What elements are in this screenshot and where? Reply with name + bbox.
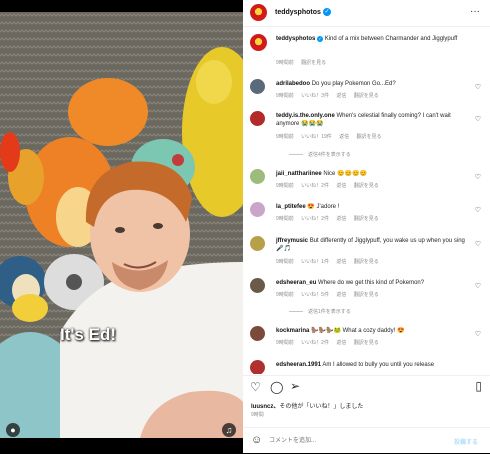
comment-username[interactable]: edsheeran.1991 — [276, 362, 321, 368]
comment-time[interactable]: 9時間前 — [276, 134, 294, 140]
header-username[interactable]: teddysphotos — [275, 9, 321, 16]
comment-translate[interactable]: 翻訳を見る — [354, 292, 379, 298]
caption-time[interactable]: 9時間前 — [276, 60, 294, 66]
comment-time[interactable]: 9時間前 — [276, 93, 294, 99]
comment-like-icon[interactable]: ♡ — [475, 282, 481, 290]
post-media[interactable]: It's Ed! ● ♫ — [0, 0, 243, 453]
likes-summary-text[interactable]: その他が「いいね！」しました — [279, 404, 363, 410]
comment-avatar[interactable] — [250, 326, 265, 341]
comment-reply-button[interactable]: 返信 — [336, 340, 346, 346]
heart-icon[interactable]: ♡ — [250, 380, 261, 394]
instagram-post-view: It's Ed! ● ♫ teddysphotos ✓ ··· teddysph… — [0, 0, 490, 453]
comment-text: 🦫🦫🦫🐸 What a cozy daddy! 😍 — [311, 328, 405, 334]
comment-time[interactable]: 9時間前 — [276, 259, 294, 265]
caption-avatar[interactable] — [250, 34, 267, 51]
view-replies-link[interactable]: 返信1件を表示する — [289, 308, 351, 315]
comment-like-icon[interactable]: ♡ — [475, 240, 481, 248]
bookmark-icon[interactable]: ▯ — [475, 379, 482, 393]
comment-avatar[interactable] — [250, 360, 265, 374]
comment-time[interactable]: 9時間前 — [276, 183, 294, 189]
comment-likes[interactable]: いいね！5件 — [301, 292, 329, 298]
comment-likes[interactable]: いいね！1件 — [301, 259, 329, 265]
comment-reply-button[interactable]: 返信 — [336, 259, 346, 265]
comment-like-icon[interactable]: ♡ — [475, 330, 481, 338]
comment-text: Nice 😊😊😊😊 — [323, 171, 367, 177]
more-options-icon[interactable]: ··· — [470, 6, 480, 17]
comment-text: 😍 J'adore ! — [307, 204, 340, 210]
comment-username[interactable]: adrilabedoo — [276, 81, 310, 87]
comment-text: Do you play Pokemon Go...Ed? — [311, 81, 396, 87]
comment-username[interactable]: la_ptitefee — [276, 204, 306, 210]
post-photo[interactable]: It's Ed! — [0, 12, 243, 438]
comment-reply-button[interactable]: 返信 — [336, 216, 346, 222]
comment-time[interactable]: 9時間前 — [276, 292, 294, 298]
comment-translate[interactable]: 翻訳を見る — [354, 340, 379, 346]
comment-like-icon[interactable]: ♡ — [475, 83, 481, 91]
post-header: teddysphotos ✓ ··· — [243, 0, 490, 27]
comment-item: edsheeran.1991 Am I allowed to bully you… — [243, 360, 490, 374]
caption-username[interactable]: teddysphotos — [276, 36, 315, 42]
sound-icon[interactable]: ♫ — [222, 423, 236, 437]
comment-composer: ☺ 投稿する — [243, 427, 490, 454]
likes-summary: luusncz、その他が「いいね！」しました — [251, 401, 363, 410]
comment-reply-button[interactable]: 返信 — [336, 292, 346, 298]
comment-icon[interactable]: ◯ — [270, 380, 283, 394]
comment-likes[interactable]: いいね！19件 — [301, 134, 332, 140]
caption-translate[interactable]: 翻訳を見る — [301, 60, 326, 66]
comment-likes[interactable]: いいね！2件 — [301, 183, 329, 189]
view-replies-link[interactable]: 返信4件を表示する — [289, 151, 351, 158]
comment-likes[interactable]: いいね！3件 — [301, 93, 329, 99]
comment-username[interactable]: jffreymusic — [276, 238, 308, 244]
header-avatar[interactable] — [250, 4, 267, 21]
comment-translate[interactable]: 翻訳を見る — [354, 93, 379, 99]
post-actions-bar: ♡ ◯ ➢ ▯ — [243, 375, 490, 396]
comment-translate[interactable]: 翻訳を見る — [357, 134, 382, 140]
comment-username[interactable]: kockmarina — [276, 328, 309, 334]
comment-time[interactable]: 9時間前 — [276, 340, 294, 346]
comment-username[interactable]: edsheeran_eu — [276, 280, 316, 286]
comment-avatar[interactable] — [250, 79, 265, 94]
comment-likes[interactable]: いいね！2件 — [301, 340, 329, 346]
comment-text: Where do we get this kind of Pokemon? — [318, 280, 425, 286]
user-icon[interactable]: ● — [6, 423, 20, 437]
post-time[interactable]: 9時間 — [251, 411, 264, 418]
comment-avatar[interactable] — [250, 236, 265, 251]
comment-input[interactable] — [267, 434, 441, 448]
comment-username[interactable]: jaii_natthariinee — [276, 171, 322, 177]
comment-reply-button[interactable]: 返信 — [336, 93, 346, 99]
comment-avatar[interactable] — [250, 169, 265, 184]
comment-translate[interactable]: 翻訳を見る — [354, 259, 379, 265]
comment-translate[interactable]: 翻訳を見る — [354, 183, 379, 189]
caption-verified-icon: ✓ — [317, 36, 324, 42]
comment-avatar[interactable] — [250, 202, 265, 217]
comment-avatar[interactable] — [250, 278, 265, 293]
comment-avatar[interactable] — [250, 111, 265, 126]
comment-like-icon[interactable]: ♡ — [475, 206, 481, 214]
comment-translate[interactable]: 翻訳を見る — [354, 216, 379, 222]
caption-text: Kind of a mix between Charmander and Jig… — [324, 36, 458, 42]
liker-username[interactable]: luusncz、 — [251, 404, 279, 410]
media-overlay-caption: It's Ed! — [60, 325, 116, 344]
comment-reply-button[interactable]: 返信 — [339, 134, 349, 140]
comment-time[interactable]: 9時間前 — [276, 216, 294, 222]
comment-like-icon[interactable]: ♡ — [475, 173, 481, 181]
comment-like-icon[interactable]: ♡ — [475, 115, 481, 123]
send-icon[interactable]: ➢ — [290, 379, 300, 393]
comment-text: Am I allowed to bully you until you rele… — [322, 362, 435, 368]
post-comment-button[interactable]: 投稿する — [454, 437, 478, 446]
photo-illustration — [0, 12, 243, 438]
comment-username[interactable]: teddy.is.the.only.one — [276, 113, 335, 119]
comment-likes[interactable]: いいね！2件 — [301, 216, 329, 222]
verified-badge-icon: ✓ — [323, 8, 331, 16]
emoji-icon[interactable]: ☺ — [251, 434, 262, 446]
post-side-panel: teddysphotos ✓ ··· teddysphotos ✓ Kind o… — [243, 0, 490, 453]
comment-reply-button[interactable]: 返信 — [336, 183, 346, 189]
